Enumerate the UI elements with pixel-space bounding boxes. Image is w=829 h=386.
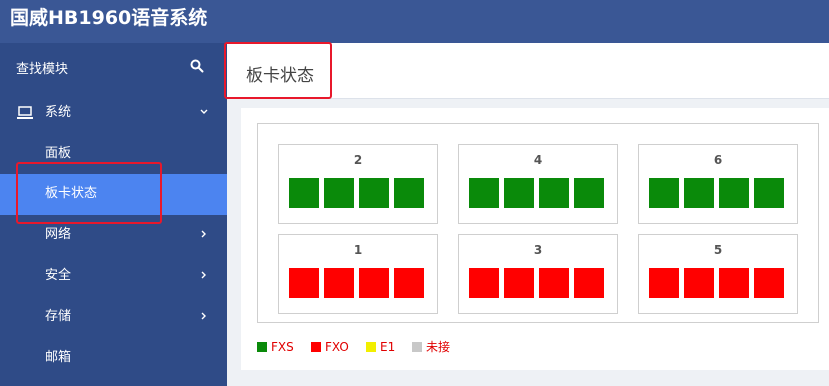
slot-card: 4 <box>458 144 618 224</box>
slot-number: 5 <box>713 243 723 257</box>
port-indicator <box>539 268 569 298</box>
app-title: 国威HB1960语音系统 <box>10 7 208 29</box>
legend-label: FXS <box>271 340 294 354</box>
search-label: 查找模块 <box>16 62 69 77</box>
legend-swatch <box>257 342 267 352</box>
port-indicator <box>719 178 749 208</box>
board-frame: 2 4 6 1 3 5 <box>257 123 819 323</box>
chevron-down-icon <box>200 109 208 114</box>
sidebar-item-mailbox[interactable]: 邮箱 <box>0 338 227 379</box>
search-icon[interactable] <box>190 59 204 73</box>
sidebar-item-security[interactable]: 安全 <box>0 256 227 297</box>
top-bar: 国威HB1960语音系统 <box>0 0 829 43</box>
legend-label: 未接 <box>426 340 451 354</box>
port-indicator <box>649 268 679 298</box>
port-indicator <box>394 268 424 298</box>
port-indicator <box>289 268 319 298</box>
sidebar-item-label: 网络 <box>45 227 72 242</box>
sidebar-item-label: 存储 <box>45 309 72 324</box>
slot-card: 6 <box>638 144 798 224</box>
port-indicator <box>754 178 784 208</box>
sidebar-item-label: 邮箱 <box>45 350 72 365</box>
slot-number: 4 <box>533 153 543 167</box>
port-indicator <box>684 268 714 298</box>
port-indicator <box>324 178 354 208</box>
port-indicator <box>469 268 499 298</box>
legend-swatch <box>412 342 422 352</box>
sidebar-item-system[interactable]: 系统 <box>0 93 227 134</box>
slot-card: 3 <box>458 234 618 314</box>
slot-card: 1 <box>278 234 438 314</box>
port-indicator <box>684 178 714 208</box>
laptop-icon <box>17 106 33 119</box>
sidebar-item-label: 系统 <box>45 105 72 120</box>
chevron-right-icon <box>201 230 206 238</box>
highlight-box <box>16 162 162 224</box>
port-indicator <box>754 268 784 298</box>
chevron-right-icon <box>201 312 206 320</box>
port-indicator <box>574 268 604 298</box>
slot-number: 2 <box>353 153 363 167</box>
legend-swatch <box>311 342 321 352</box>
port-indicator <box>574 178 604 208</box>
sidebar-item-label: 面板 <box>45 146 72 161</box>
port-indicator <box>539 178 569 208</box>
legend-swatch <box>366 342 376 352</box>
port-indicator <box>359 268 389 298</box>
sidebar-item-label: 安全 <box>45 268 72 283</box>
port-indicator <box>289 178 319 208</box>
slot-number: 6 <box>713 153 723 167</box>
port-indicator <box>359 178 389 208</box>
chevron-right-icon <box>201 271 206 279</box>
slot-number: 1 <box>353 243 363 257</box>
module-search[interactable]: 查找模块 <box>0 43 227 93</box>
legend-label: FXO <box>325 340 349 354</box>
slot-number: 3 <box>533 243 543 257</box>
board-status-card: 2 4 6 1 3 5 FXS FXO E1 未接 <box>241 108 829 370</box>
highlight-box <box>224 42 332 99</box>
port-indicator <box>504 178 534 208</box>
sidebar-item-storage[interactable]: 存储 <box>0 297 227 338</box>
slot-card: 5 <box>638 234 798 314</box>
port-indicator <box>504 268 534 298</box>
legend-label: E1 <box>380 340 396 354</box>
port-indicator <box>394 178 424 208</box>
port-indicator <box>649 178 679 208</box>
port-indicator <box>719 268 749 298</box>
slot-card: 2 <box>278 144 438 224</box>
port-indicator <box>469 178 499 208</box>
port-indicator <box>324 268 354 298</box>
